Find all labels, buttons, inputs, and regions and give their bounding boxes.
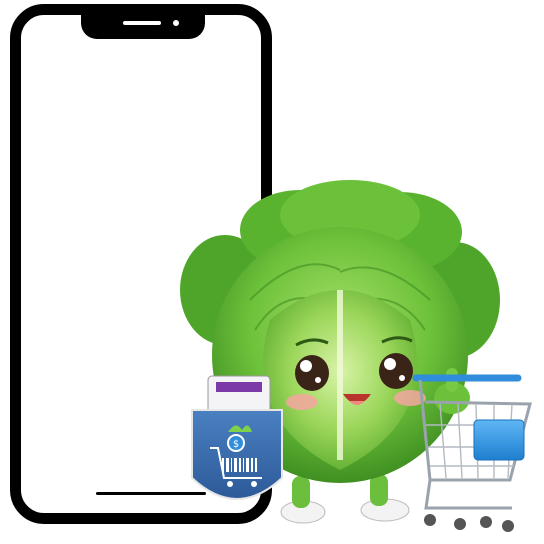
barcode-icon <box>222 458 257 472</box>
shopping-cart-icon <box>412 374 532 532</box>
svg-text:$: $ <box>233 439 239 450</box>
cabbage-mascot: $ <box>180 180 532 532</box>
shopping-bag-icon: $ <box>191 375 283 500</box>
illustration: $ <box>0 0 544 544</box>
blush-left <box>286 394 318 410</box>
